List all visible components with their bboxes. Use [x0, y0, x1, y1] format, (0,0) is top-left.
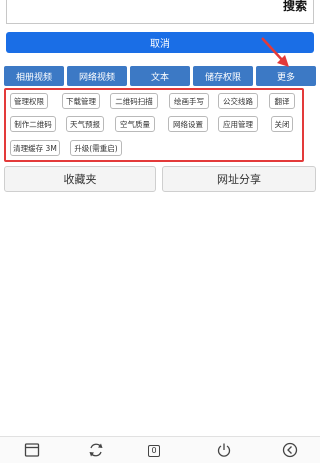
qr-scan-button[interactable]: 二维码扫描	[110, 93, 158, 109]
tab-counter[interactable]: 0	[148, 445, 160, 457]
highlight-arrow-icon	[261, 37, 289, 67]
refresh-icon[interactable]	[88, 442, 104, 458]
download-manager-button[interactable]: 下载管理	[62, 93, 100, 109]
clear-cache-button[interactable]: 清理缓存 3M	[10, 140, 60, 156]
search-area[interactable]: 搜索	[6, 0, 314, 24]
power-icon[interactable]	[216, 442, 232, 458]
translate-button[interactable]: 翻译	[269, 93, 295, 109]
bus-routes-button[interactable]: 公交线路	[218, 93, 258, 109]
favorites-button[interactable]: 收藏夹	[4, 166, 156, 192]
share-url-button[interactable]: 网址分享	[162, 166, 316, 192]
window-icon[interactable]	[24, 442, 40, 458]
close-button[interactable]: 关闭	[271, 116, 293, 132]
network-settings-button[interactable]: 网络设置	[168, 116, 208, 132]
tab-album-video[interactable]: 相册视频	[4, 66, 64, 86]
tab-network-video[interactable]: 网络视频	[67, 66, 127, 86]
weather-button[interactable]: 天气预报	[66, 116, 104, 132]
bottom-toolbar: 0	[0, 436, 320, 463]
make-qr-button[interactable]: 制作二维码	[10, 116, 56, 132]
tab-storage-permission[interactable]: 储存权限	[193, 66, 253, 86]
upgrade-button[interactable]: 升级(需重启)	[70, 140, 122, 156]
tab-text[interactable]: 文本	[130, 66, 190, 86]
more-functions-panel: 管理权限 下载管理 二维码扫描 绘画手写 公交线路 翻译 制作二维码 天气预报 …	[4, 88, 304, 162]
manage-permissions-button[interactable]: 管理权限	[10, 93, 48, 109]
app-manager-button[interactable]: 应用管理	[218, 116, 258, 132]
handwriting-button[interactable]: 绘画手写	[169, 93, 209, 109]
back-icon[interactable]	[282, 442, 298, 458]
air-quality-button[interactable]: 空气质量	[115, 116, 155, 132]
search-button[interactable]: 搜索	[283, 0, 307, 14]
